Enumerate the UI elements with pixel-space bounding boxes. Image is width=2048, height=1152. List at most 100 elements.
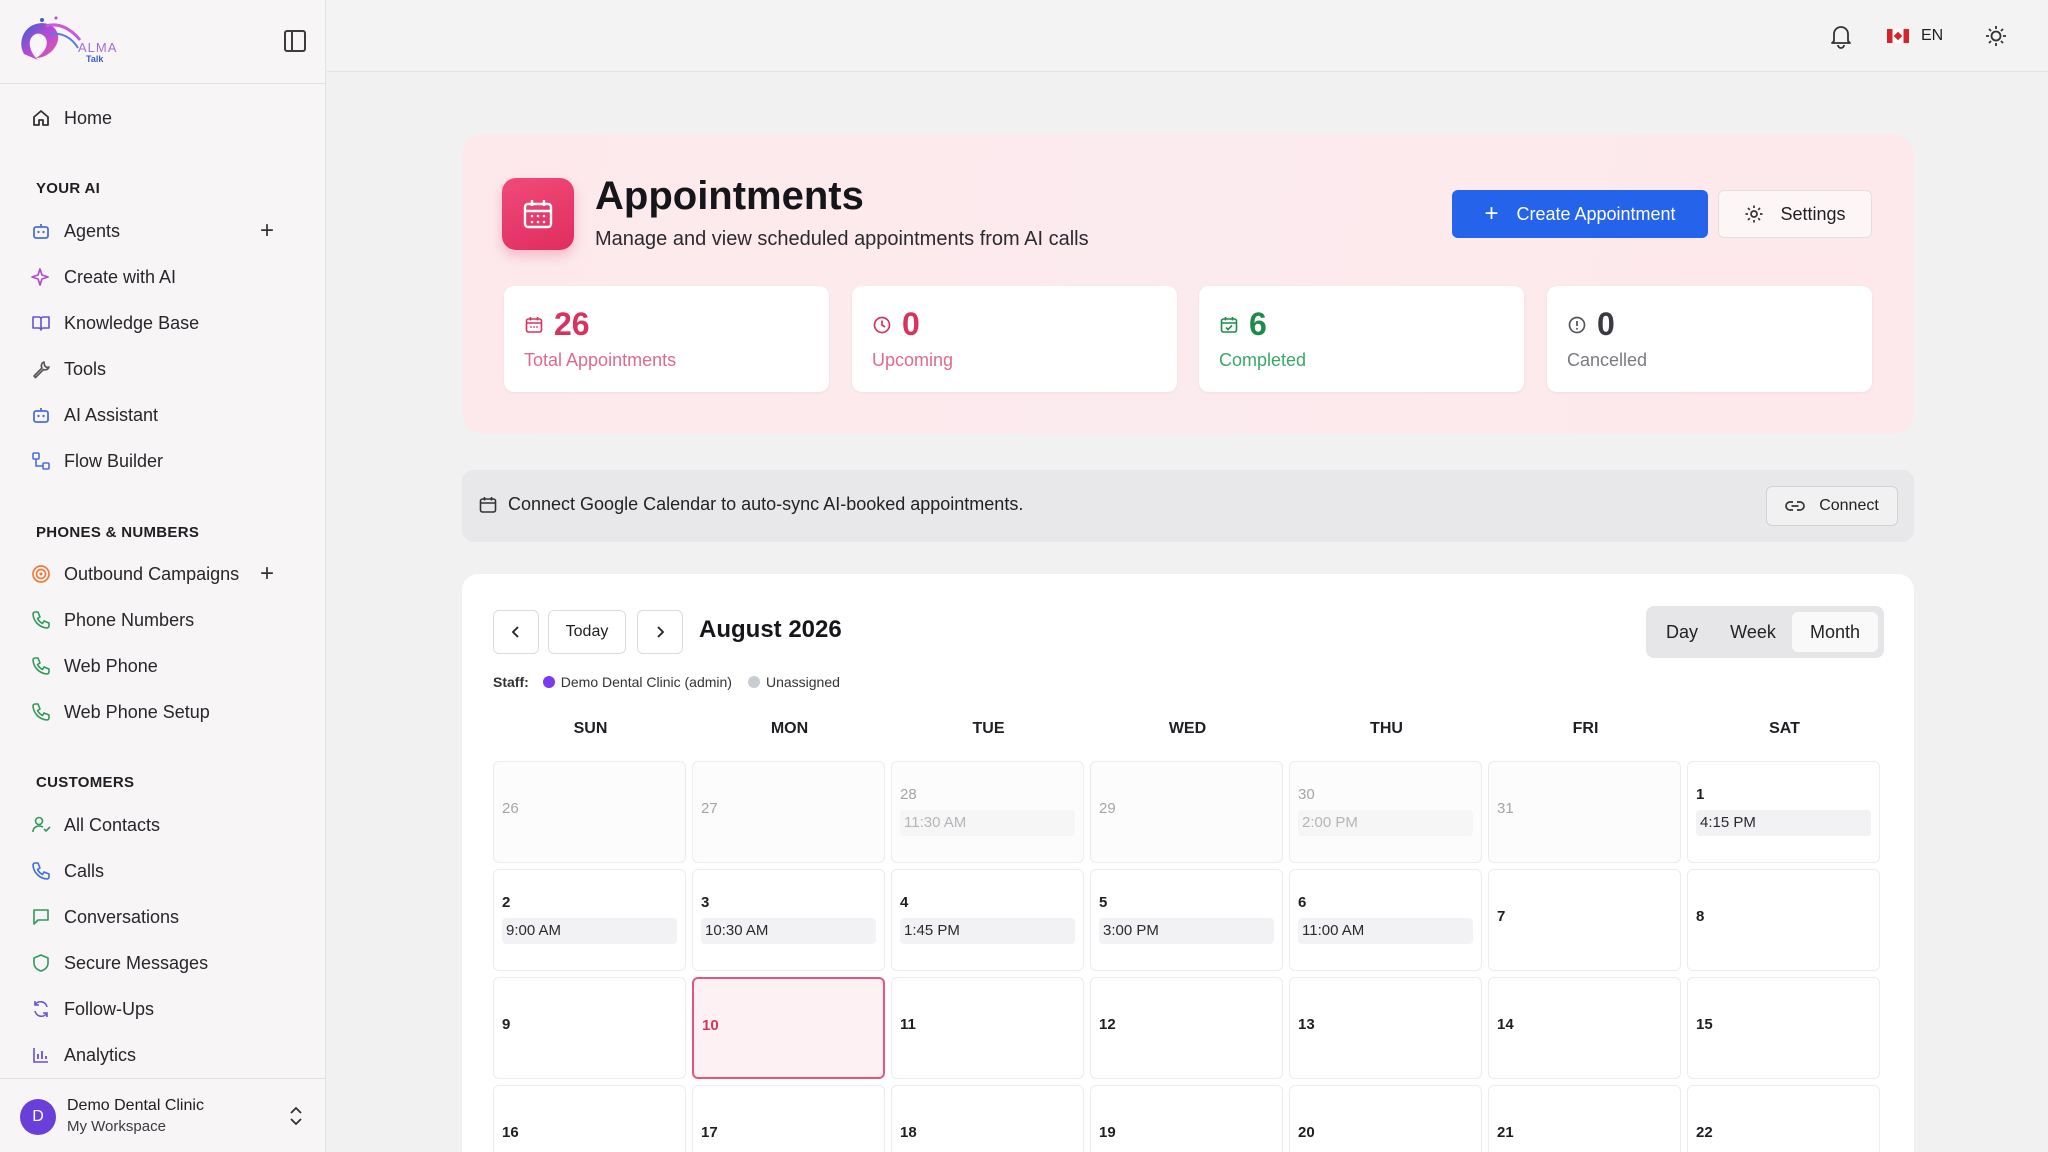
- calendar-day-cell[interactable]: 29: [1090, 761, 1283, 863]
- calendar-day-cell[interactable]: 13: [1289, 977, 1482, 1079]
- staff-name[interactable]: Unassigned: [766, 674, 840, 690]
- calendar-day-cell[interactable]: 16: [493, 1085, 686, 1152]
- page-subtitle: Manage and view scheduled appointments f…: [595, 228, 1089, 250]
- sidebar-item-phone-numbers[interactable]: Phone Numbers: [20, 600, 310, 640]
- calendar-day-cell[interactable]: 12: [1090, 977, 1283, 1079]
- appointment-event[interactable]: 1:45 PM: [900, 918, 1075, 944]
- calendar-day-cell[interactable]: 1 4:15 PM: [1687, 761, 1880, 863]
- view-day-button[interactable]: Day: [1654, 612, 1710, 652]
- stat-label: Upcoming: [872, 350, 954, 370]
- calendar-day-cell[interactable]: 8: [1687, 869, 1880, 971]
- appointment-event[interactable]: 11:00 AM: [1298, 918, 1473, 944]
- sidebar-item-conversations[interactable]: Conversations: [20, 897, 310, 937]
- today-button[interactable]: Today: [548, 610, 626, 654]
- workflow-icon: [30, 450, 52, 472]
- sidebar-item-tools[interactable]: Tools: [20, 349, 310, 389]
- sidebar-item-create-with-ai[interactable]: Create with AI: [20, 257, 310, 297]
- appointment-event[interactable]: 3:00 PM: [1099, 918, 1274, 944]
- message-square-icon: [30, 906, 52, 928]
- sidebar-item-label: Outbound Campaigns: [64, 563, 240, 584]
- staff-label: Staff:: [493, 674, 529, 690]
- calendar-day-cell[interactable]: 19: [1090, 1085, 1283, 1152]
- sidebar-item-label: Home: [64, 107, 113, 128]
- sidebar-item-web-phone-setup[interactable]: Web Phone Setup: [20, 692, 310, 732]
- sidebar-item-calls[interactable]: Calls: [20, 851, 310, 891]
- calendar-day-cell[interactable]: 21: [1488, 1085, 1681, 1152]
- view-week-button[interactable]: Week: [1718, 612, 1788, 652]
- sidebar-item-label: Tools: [64, 358, 107, 379]
- appointment-event[interactable]: 10:30 AM: [701, 918, 876, 944]
- stat-value: 0: [1597, 306, 1615, 342]
- phone-icon: [30, 701, 52, 723]
- sidebar-collapse-icon[interactable]: [284, 30, 306, 52]
- phone-icon: [30, 860, 52, 882]
- stat-value: 0: [902, 306, 920, 342]
- sidebar-item-all-contacts[interactable]: All Contacts: [20, 805, 310, 845]
- add-campaign-icon[interactable]: +: [260, 562, 274, 586]
- phone-icon: [30, 609, 52, 631]
- bar-chart-icon: [30, 1044, 52, 1066]
- view-month-button[interactable]: Month: [1792, 612, 1878, 652]
- sidebar-item-outbound-campaigns[interactable]: Outbound Campaigns +: [20, 554, 310, 594]
- day-number: 14: [1497, 1016, 1514, 1033]
- calendar-day-cell[interactable]: 2 9:00 AM: [493, 869, 686, 971]
- prev-month-button[interactable]: [493, 610, 539, 654]
- appointment-event[interactable]: 2:00 PM: [1298, 810, 1473, 836]
- calendar-day-cell[interactable]: 17: [692, 1085, 885, 1152]
- sidebar-item-agents[interactable]: Agents +: [20, 211, 310, 251]
- day-number: 29: [1099, 800, 1116, 817]
- appointment-event[interactable]: 11:30 AM: [900, 810, 1075, 836]
- sidebar-item-web-phone[interactable]: Web Phone: [20, 646, 310, 686]
- sun-icon[interactable]: [1982, 22, 2010, 50]
- sidebar-item-label: All Contacts: [64, 814, 161, 835]
- calendar-day-cell[interactable]: 15: [1687, 977, 1880, 1079]
- calendar-day-cell[interactable]: 28 11:30 AM: [891, 761, 1084, 863]
- sidebar-item-home[interactable]: Home: [20, 98, 310, 138]
- chevrons-up-down-icon[interactable]: [288, 1105, 304, 1127]
- create-appointment-button[interactable]: + Create Appointment: [1452, 190, 1708, 238]
- appointment-event[interactable]: 4:15 PM: [1696, 810, 1871, 836]
- calendar-day-cell[interactable]: 27: [692, 761, 885, 863]
- sidebar-item-secure-messages[interactable]: Secure Messages: [20, 943, 310, 983]
- calendar-day-cell[interactable]: 3 10:30 AM: [692, 869, 885, 971]
- connect-button[interactable]: Connect: [1766, 486, 1898, 526]
- calendar-day-cell[interactable]: 20: [1289, 1085, 1482, 1152]
- language-selector[interactable]: EN: [1887, 22, 1943, 50]
- day-number: 9: [502, 1016, 511, 1033]
- day-number: 12: [1099, 1016, 1116, 1033]
- sidebar-item-flow-builder[interactable]: Flow Builder: [20, 441, 310, 481]
- calendar-day-cell[interactable]: 14: [1488, 977, 1681, 1079]
- calendar-day-cell[interactable]: 22: [1687, 1085, 1880, 1152]
- calendar-day-cell[interactable]: 30 2:00 PM: [1289, 761, 1482, 863]
- sidebar-item-follow-ups[interactable]: Follow-Ups: [20, 989, 310, 1029]
- sidebar-item-knowledge-base[interactable]: Knowledge Base: [20, 303, 310, 343]
- phone-icon: [30, 655, 52, 677]
- day-number: 15: [1696, 1016, 1713, 1033]
- bot-icon: [30, 404, 52, 426]
- day-number: 20: [1298, 1124, 1315, 1141]
- staff-name[interactable]: Demo Dental Clinic (admin): [561, 674, 732, 690]
- next-month-button[interactable]: [637, 610, 683, 654]
- calendar-panel: Today August 2026 Day Week Month Staff: …: [462, 574, 1914, 1152]
- bell-icon[interactable]: [1827, 22, 1855, 50]
- calendar-day-cell[interactable]: 26: [493, 761, 686, 863]
- calendar-day-cell[interactable]: 18: [891, 1085, 1084, 1152]
- appointment-event[interactable]: 9:00 AM: [502, 918, 677, 944]
- calendar-day-cell[interactable]: 4 1:45 PM: [891, 869, 1084, 971]
- sidebar-item-analytics[interactable]: Analytics: [20, 1035, 310, 1075]
- day-header: SAT: [1769, 720, 1800, 737]
- calendar-day-cell[interactable]: 11: [891, 977, 1084, 1079]
- add-agent-icon[interactable]: +: [260, 219, 274, 243]
- settings-button[interactable]: Settings: [1718, 190, 1872, 238]
- calendar-day-cell[interactable]: 31: [1488, 761, 1681, 863]
- calendar-day-cell[interactable]: 9: [493, 977, 686, 1079]
- workspace-switcher[interactable]: D Demo Dental Clinic My Workspace: [0, 1078, 326, 1152]
- sidebar-item-ai-assistant[interactable]: AI Assistant: [20, 395, 310, 435]
- calendar-day-cell[interactable]: 6 11:00 AM: [1289, 869, 1482, 971]
- calendar-day-cell[interactable]: 7: [1488, 869, 1681, 971]
- section-title-customers: CUSTOMERS: [36, 774, 135, 791]
- day-number: 1: [1696, 786, 1705, 803]
- calendar-day-cell-today[interactable]: 10: [692, 977, 885, 1079]
- calendar-day-cell[interactable]: 5 3:00 PM: [1090, 869, 1283, 971]
- section-title-your-ai: YOUR AI: [36, 180, 101, 197]
